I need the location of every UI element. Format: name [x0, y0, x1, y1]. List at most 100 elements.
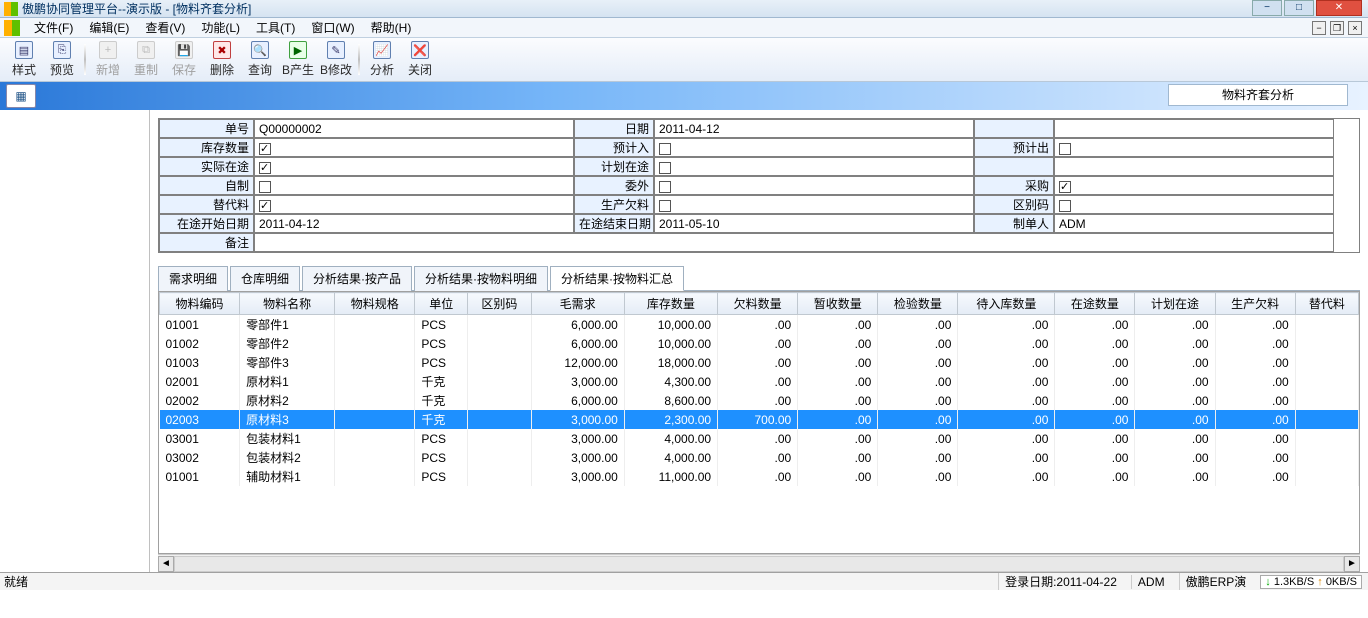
status-login: 登录日期:2011-04-22 [998, 573, 1123, 590]
window-title: 傲鹏协同管理平台--演示版 - [物料齐套分析] [22, 0, 251, 17]
scroll-left-button[interactable]: ◄ [158, 556, 174, 572]
col-12[interactable]: 计划在途 [1135, 293, 1215, 315]
value-docno[interactable]: Q00000002 [254, 119, 574, 138]
menu-item-5[interactable]: 窗口(W) [303, 17, 362, 38]
mdi-minimize-button[interactable]: − [1312, 21, 1326, 35]
window-titlebar: 傲鹏协同管理平台--演示版 - [物料齐套分析] − □ ✕ [0, 0, 1368, 18]
scroll-right-button[interactable]: ► [1344, 556, 1360, 572]
app-icon [4, 2, 18, 16]
label-date: 日期 [574, 119, 654, 138]
value-remark[interactable] [254, 233, 1334, 252]
label-transit-end: 在途结束日期 [574, 214, 654, 233]
table-row[interactable]: 01002零部件2PCS6,000.0010,000.00.00.00.00.0… [160, 334, 1359, 353]
label-expected-in: 预计入 [574, 138, 654, 157]
table-row[interactable]: 03001包装材料1PCS3,000.004,000.00.00.00.00.0… [160, 429, 1359, 448]
col-3[interactable]: 单位 [415, 293, 468, 315]
check-prod-shortage[interactable] [654, 195, 974, 214]
table-row[interactable]: 02001原材料1千克3,000.004,300.00.00.00.00.00.… [160, 372, 1359, 391]
tab-0[interactable]: 需求明细 [158, 266, 228, 291]
document-tab-icon[interactable]: ▦ [6, 84, 36, 108]
menu-item-1[interactable]: 编辑(E) [81, 17, 137, 38]
重制-icon: ⧉ [137, 41, 155, 59]
menu-item-4[interactable]: 工具(T) [248, 17, 303, 38]
col-5[interactable]: 毛需求 [531, 293, 624, 315]
col-14[interactable]: 替代料 [1295, 293, 1358, 315]
check-outsource[interactable] [654, 176, 974, 195]
check-diff-code[interactable] [1054, 195, 1334, 214]
table-row[interactable]: 02003原材料3千克3,000.002,300.00700.00.00.00.… [160, 410, 1359, 429]
查询-icon: 🔍 [251, 41, 269, 59]
B产生-icon: ▶ [289, 41, 307, 59]
menu-bar: 文件(F)编辑(E)查看(V)功能(L)工具(T)窗口(W)帮助(H) − ❐ … [0, 18, 1368, 38]
col-2[interactable]: 物料规格 [335, 293, 415, 315]
status-user: ADM [1131, 575, 1171, 589]
tab-3[interactable]: 分析结果·按物料明细 [414, 266, 548, 291]
menu-item-0[interactable]: 文件(F) [26, 17, 81, 38]
check-stock-qty[interactable] [254, 138, 574, 157]
B修改-icon: ✎ [327, 41, 345, 59]
label-purchase: 采购 [974, 176, 1054, 195]
tab-strip: 需求明细仓库明细分析结果·按产品分析结果·按物料明细分析结果·按物料汇总 [158, 265, 1360, 291]
预览-icon: ⎘ [53, 41, 71, 59]
toolbar-删除[interactable]: ✖删除 [204, 40, 240, 79]
col-0[interactable]: 物料编码 [160, 293, 240, 315]
check-self-made[interactable] [254, 176, 574, 195]
value-transit-end[interactable]: 2011-05-10 [654, 214, 974, 233]
value-date[interactable]: 2011-04-12 [654, 119, 974, 138]
check-actual-transit[interactable] [254, 157, 574, 176]
toolbar-B产生[interactable]: ▶B产生 [280, 40, 316, 79]
toolbar-样式[interactable]: ▤样式 [6, 40, 42, 79]
mdi-restore-button[interactable]: ❐ [1330, 21, 1344, 35]
toolbar-B修改[interactable]: ✎B修改 [318, 40, 354, 79]
label-empty3 [974, 157, 1054, 176]
scroll-track[interactable] [174, 556, 1344, 572]
tab-2[interactable]: 分析结果·按产品 [302, 266, 412, 291]
main-pane: 单号Q00000002日期2011-04-12库存数量预计入预计出实际在途计划在… [150, 110, 1368, 572]
tab-4[interactable]: 分析结果·按物料汇总 [550, 266, 684, 291]
col-7[interactable]: 欠料数量 [718, 293, 798, 315]
menu-item-6[interactable]: 帮助(H) [363, 17, 420, 38]
minimize-button[interactable]: − [1252, 0, 1282, 16]
table-row[interactable]: 01001辅助材料1PCS3,000.0011,000.00.00.00.00.… [160, 467, 1359, 486]
tab-1[interactable]: 仓库明细 [230, 266, 300, 291]
mdi-close-button[interactable]: × [1348, 21, 1362, 35]
check-plan-transit[interactable] [654, 157, 974, 176]
关闭-icon: ❌ [411, 41, 429, 59]
label-prod-shortage: 生产欠料 [574, 195, 654, 214]
toolbar-关闭[interactable]: ❌关闭 [402, 40, 438, 79]
toolbar-预览[interactable]: ⎘预览 [44, 40, 80, 79]
menu-item-2[interactable]: 查看(V) [137, 17, 193, 38]
保存-icon: 💾 [175, 41, 193, 59]
status-ready: 就绪 [4, 573, 28, 590]
col-9[interactable]: 检验数量 [878, 293, 958, 315]
table-row[interactable]: 01001零部件1PCS6,000.0010,000.00.00.00.00.0… [160, 315, 1359, 335]
col-10[interactable]: 待入库数量 [958, 293, 1055, 315]
label-substitute: 替代料 [159, 195, 254, 214]
data-grid[interactable]: 物料编码物料名称物料规格单位区别码毛需求库存数量欠料数量暂收数量检验数量待入库数… [158, 291, 1360, 554]
col-1[interactable]: 物料名称 [240, 293, 335, 315]
label-outsource: 委外 [574, 176, 654, 195]
check-substitute[interactable] [254, 195, 574, 214]
toolbar-分析[interactable]: 📈分析 [364, 40, 400, 79]
left-pane [0, 110, 150, 572]
maximize-button[interactable]: □ [1284, 0, 1314, 16]
check-expected-in[interactable] [654, 138, 974, 157]
table-row[interactable]: 01003零部件3PCS12,000.0018,000.00.00.00.00.… [160, 353, 1359, 372]
check-purchase[interactable] [1054, 176, 1334, 195]
col-8[interactable]: 暂收数量 [798, 293, 878, 315]
col-4[interactable]: 区别码 [468, 293, 531, 315]
table-row[interactable]: 02002原材料2千克6,000.008,600.00.00.00.00.00.… [160, 391, 1359, 410]
table-row[interactable]: 03002包装材料2PCS3,000.004,000.00.00.00.00.0… [160, 448, 1359, 467]
toolbar-查询[interactable]: 🔍查询 [242, 40, 278, 79]
col-11[interactable]: 在途数量 [1055, 293, 1135, 315]
col-13[interactable]: 生产欠料 [1215, 293, 1295, 315]
value-transit-start[interactable]: 2011-04-12 [254, 214, 574, 233]
col-6[interactable]: 库存数量 [624, 293, 717, 315]
label-self-made: 自制 [159, 176, 254, 195]
label-expected-out: 预计出 [974, 138, 1054, 157]
status-product: 傲鹏ERP演 [1179, 573, 1253, 590]
horizontal-scrollbar[interactable]: ◄ ► [158, 554, 1360, 572]
close-button[interactable]: ✕ [1316, 0, 1362, 16]
menu-item-3[interactable]: 功能(L) [193, 17, 248, 38]
check-expected-out[interactable] [1054, 138, 1334, 157]
